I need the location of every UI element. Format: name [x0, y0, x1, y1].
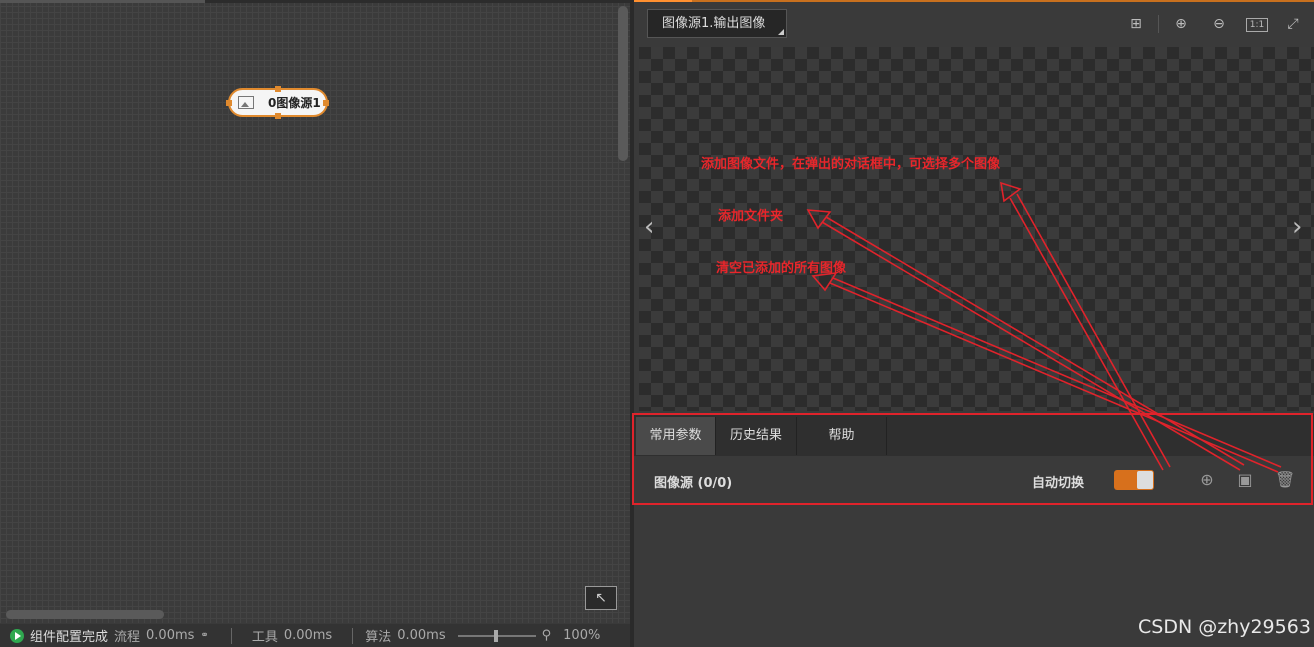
locate-button[interactable]: ↖	[585, 586, 617, 610]
node-port-top[interactable]	[275, 86, 281, 92]
algo-label: 算法	[365, 630, 392, 645]
flow-label: 流程	[114, 630, 141, 645]
image-source-select[interactable]: 图像源1.输出图像	[647, 9, 787, 38]
annotation-highlight-box	[632, 413, 1313, 505]
chevron-right-icon[interactable]: ›	[1292, 212, 1302, 242]
zoom-in-icon[interactable]: ⊕	[1172, 16, 1190, 32]
node-port-bottom[interactable]	[275, 113, 281, 119]
fit-window-icon[interactable]: ⤢	[1284, 16, 1302, 32]
link-icon[interactable]: ⚭	[200, 630, 208, 641]
image-icon	[238, 96, 254, 109]
zoom-slider[interactable]	[457, 629, 536, 642]
canvas-top-bar	[0, 0, 630, 3]
chevron-left-icon[interactable]: ‹	[644, 212, 654, 242]
tool-label: 工具	[251, 630, 278, 645]
vertical-scrollbar[interactable]	[618, 6, 628, 161]
annotation-clear-all: 清空已添加的所有图像	[716, 261, 847, 276]
run-status-icon	[10, 628, 24, 643]
tool-time: 0.00ms	[283, 628, 333, 643]
zoom-level: 100%	[563, 628, 601, 643]
image-select-value: 图像源1.输出图像	[662, 16, 766, 31]
node-port-left[interactable]	[226, 100, 232, 106]
toolbar-divider	[1158, 15, 1159, 33]
watermark: CSDN @zhy29563	[1138, 616, 1311, 638]
dropdown-arrow-icon	[778, 29, 784, 35]
panel-top-bar	[634, 0, 1314, 2]
algo-time: 0.00ms	[397, 628, 446, 643]
actual-size-icon[interactable]: 1:1	[1246, 18, 1268, 32]
image-viewer[interactable]	[639, 47, 1314, 411]
search-icon[interactable]: ⚲	[542, 628, 552, 643]
node-label: 0图像源1	[268, 96, 321, 110]
annotation-add-folder: 添加文件夹	[718, 209, 784, 224]
image-panel: 图像源1.输出图像 ⊞ ⊕ ⊖ 1:1 ⤢ ‹ › 添加图像文件，在弹出的对话框…	[634, 0, 1314, 647]
zoom-out-icon[interactable]: ⊖	[1210, 16, 1228, 32]
divider	[352, 627, 354, 644]
flow-canvas[interactable]: 0图像源1 ↖	[0, 0, 630, 623]
node-port-right[interactable]	[323, 100, 329, 106]
crosshair-icon[interactable]: ⊞	[1127, 16, 1145, 32]
horizontal-scrollbar[interactable]	[6, 610, 164, 619]
status-bar: 组件配置完成 流程 0.00ms ⚭ 工具 0.00ms 算法 0.00ms ⚲…	[0, 624, 632, 647]
divider	[230, 627, 232, 644]
status-text: 组件配置完成	[30, 630, 109, 645]
flow-time: 0.00ms	[146, 628, 195, 643]
annotation-add-images: 添加图像文件，在弹出的对话框中，可选择多个图像	[701, 157, 1001, 172]
arrow-up-left-icon: ↖	[595, 590, 607, 606]
